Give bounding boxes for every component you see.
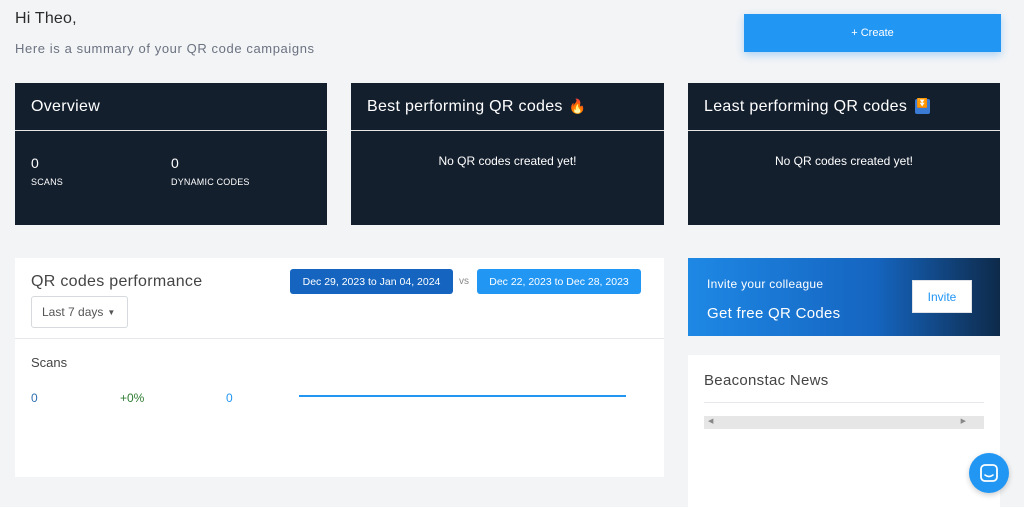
news-divider [704, 402, 984, 403]
scroll-right-icon[interactable]: ▶ [961, 417, 966, 425]
previous-scans-value: 0 [226, 391, 233, 405]
invite-card: Invite your colleague Get free QR Codes … [688, 258, 1000, 336]
previous-range-chip[interactable]: Dec 22, 2023 to Dec 28, 2023 [477, 269, 641, 294]
scans-change: +0% [120, 391, 145, 405]
invite-headline: Get free QR Codes [707, 305, 841, 322]
best-performing-card: Best performing QR codes 🔥 No QR codes c… [351, 83, 664, 225]
least-performing-empty: No QR codes created yet! [774, 154, 914, 168]
news-card: Beaconstac News ◀ ▶ [688, 355, 1000, 507]
best-performing-title: Best performing QR codes [367, 97, 563, 115]
date-range-selected: Last 7 days [42, 305, 104, 319]
invite-eyebrow: Invite your colleague [707, 277, 824, 291]
scans-label: SCANS [31, 177, 64, 187]
greeting-subtitle: Here is a summary of your QR code campai… [15, 41, 315, 56]
least-performing-title: Least performing QR codes [704, 97, 908, 115]
dynamic-codes-value: 0 [171, 155, 179, 171]
best-performing-empty: No QR codes created yet! [438, 154, 577, 168]
vs-label: vs [459, 276, 469, 287]
create-button[interactable]: + Create [744, 14, 1001, 52]
performance-card: QR codes performance Last 7 days ▼ Dec 2… [15, 258, 664, 477]
greeting-title: Hi Theo, [15, 10, 77, 27]
performance-title: QR codes performance [31, 273, 203, 290]
news-title: Beaconstac News [704, 372, 829, 389]
chat-icon [980, 464, 998, 482]
date-range-dropdown[interactable]: Last 7 days ▼ [31, 296, 128, 328]
dynamic-codes-label: DYNAMIC CODES [171, 177, 250, 187]
scans-trend-line [299, 395, 626, 397]
scans-value: 0 [31, 155, 39, 171]
performance-divider [15, 338, 664, 339]
current-range-chip[interactable]: Dec 29, 2023 to Jan 04, 2024 [290, 269, 453, 294]
fire-icon: 🔥 [568, 98, 587, 114]
scroll-left-icon[interactable]: ◀ [708, 417, 713, 425]
overview-title: Overview [15, 83, 327, 131]
news-horizontal-scrollbar[interactable]: ◀ ▶ [704, 416, 984, 429]
least-performing-card: Least performing QR codes No QR codes cr… [688, 83, 1000, 225]
least-performing-header: Least performing QR codes [688, 83, 1000, 131]
chat-launcher-button[interactable] [969, 453, 1009, 493]
dynamic-codes-metric: 0 DYNAMIC CODES [171, 155, 250, 187]
scans-metric-label: Scans [31, 355, 68, 370]
invite-button[interactable]: Invite [912, 280, 972, 313]
double-down-arrow-icon [915, 98, 931, 114]
caret-down-icon: ▼ [107, 307, 116, 317]
best-performing-header: Best performing QR codes 🔥 [351, 83, 664, 131]
overview-card: Overview 0 SCANS 0 DYNAMIC CODES [15, 83, 327, 225]
current-scans-value: 0 [31, 391, 38, 405]
scans-metric: 0 SCANS [31, 155, 63, 187]
